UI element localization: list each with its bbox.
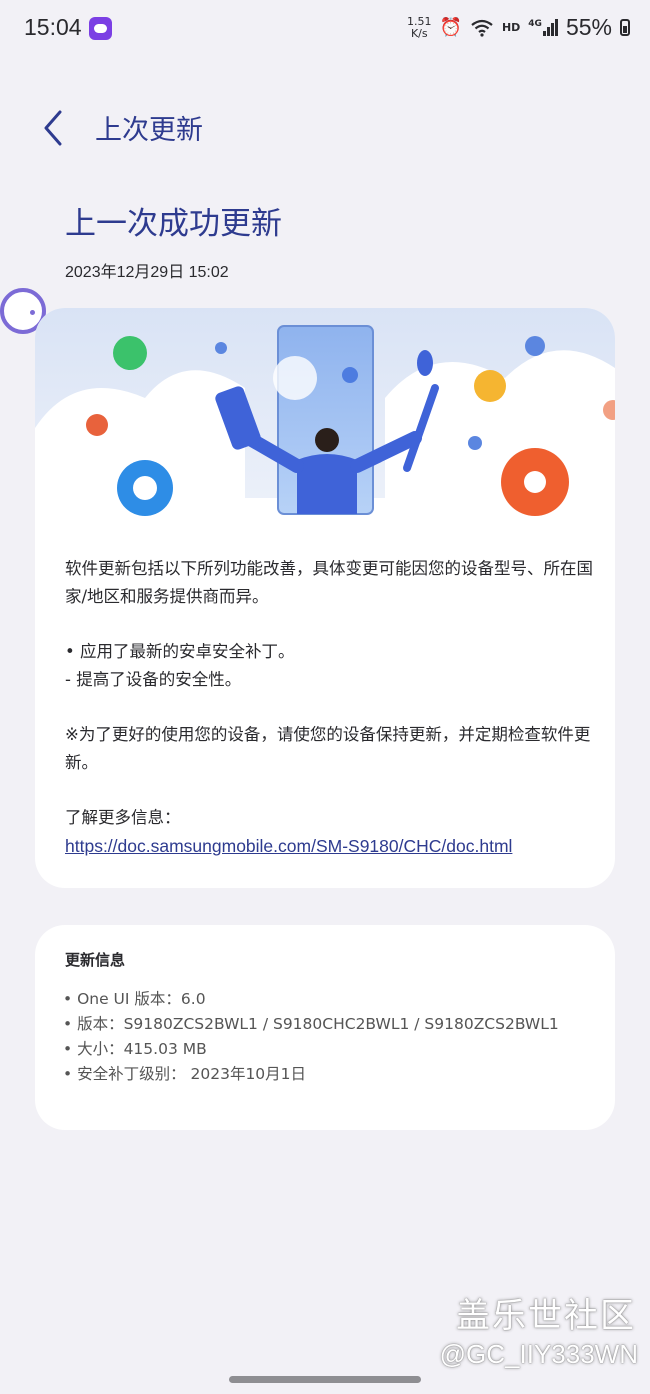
back-button[interactable] [36, 106, 76, 150]
alarm-icon: ⏰ [439, 17, 462, 38]
info-build-version: • 版本：S9180ZCS2BWL1 / S9180CHC2BWL1 / S91… [63, 1015, 559, 1033]
status-bar: 15:04 1.51 K/s ⏰ HD 4G 55% [0, 0, 650, 60]
update-note: ※为了更好的使用您的设备，请使您的设备保持更新，并定期检查软件更新。 [65, 725, 591, 772]
network-speed: 1.51 K/s [407, 14, 432, 40]
page-title: 上次更新 [95, 115, 203, 146]
battery-icon [620, 19, 630, 36]
more-info-label: 了解更多信息： [65, 808, 181, 827]
wifi-icon [471, 19, 493, 37]
update-info-card: 更新信息 • One UI 版本：6.0 • 版本：S9180ZCS2BWL1 … [35, 925, 615, 1130]
app-notification-icon [89, 17, 112, 40]
last-update-date: 2023年12月29日 15:02 [65, 264, 229, 281]
info-security-patch-level: • 安全补丁级别： 2023年10月1日 [63, 1065, 307, 1083]
last-update-headline: 上一次成功更新 [65, 206, 282, 242]
status-time: 15:04 [24, 14, 82, 40]
home-indicator[interactable] [229, 1376, 421, 1383]
update-description: 软件更新包括以下所列功能改善，具体变更可能因您的设备型号、所在国家/地区和服务提… [65, 555, 595, 861]
update-info-list: • One UI 版本：6.0 • 版本：S9180ZCS2BWL1 / S91… [63, 987, 593, 1087]
battery-percent: 55% [565, 14, 612, 40]
watermark-site: 盖乐世社区 [456, 1296, 636, 1336]
back-arrow-icon [44, 110, 62, 146]
network-type-label: 4G [528, 19, 542, 29]
info-size: • 大小：415.03 MB [63, 1040, 207, 1058]
status-icons: 1.51 K/s ⏰ HD 4G 55% [407, 14, 630, 41]
more-info-link[interactable]: https://doc.samsungmobile.com/SM-S9180/C… [65, 836, 512, 856]
watermark-user: @GC_IIY333WN [439, 1339, 638, 1369]
hd-label: HD [501, 21, 521, 34]
update-details-card: 软件更新包括以下所列功能改善，具体变更可能因您的设备型号、所在国家/地区和服务提… [35, 308, 615, 888]
bullet-security-sub: - 提高了设备的安全性。 [65, 670, 242, 689]
description-text: 软件更新包括以下所列功能改善，具体变更可能因您的设备型号、所在国家/地区和服务提… [65, 559, 593, 606]
update-info-title: 更新信息 [65, 951, 126, 969]
update-illustration [35, 308, 615, 528]
bullet-security-patch: • 应用了最新的安卓安全补丁。 [65, 642, 295, 661]
signal-icon: 4G [528, 19, 558, 36]
info-one-ui-version: • One UI 版本：6.0 [63, 990, 206, 1008]
